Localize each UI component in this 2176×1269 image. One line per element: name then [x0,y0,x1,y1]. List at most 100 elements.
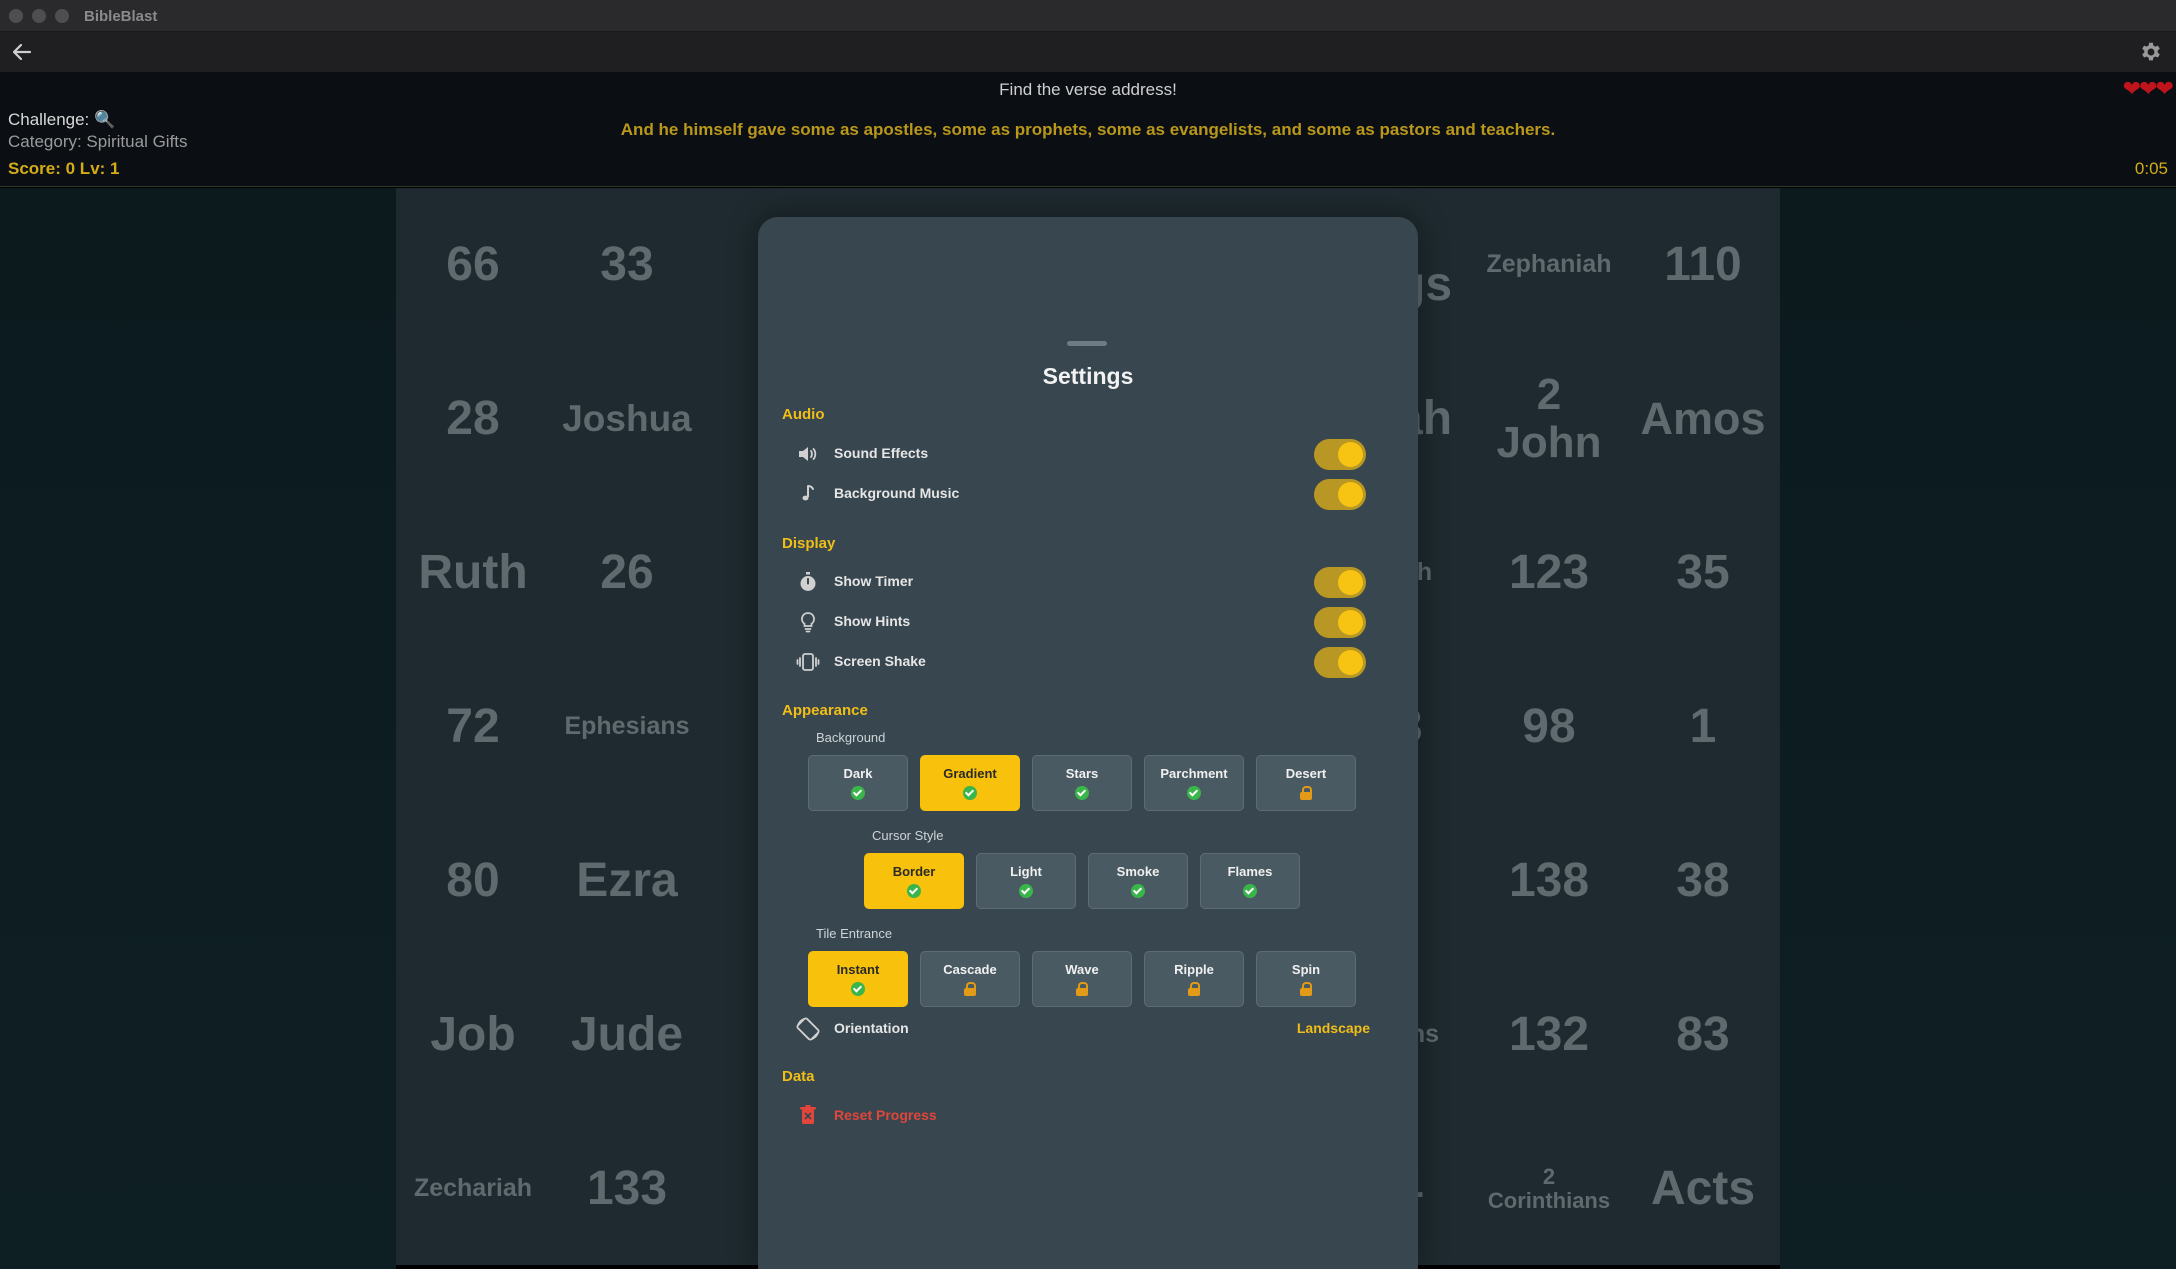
background-music-toggle[interactable] [1314,479,1366,510]
settings-sheet: Settings Audio Sound Effects Background … [758,217,1418,1269]
tile[interactable]: 83 [1626,958,1780,1112]
back-arrow-icon[interactable] [10,40,34,64]
checkmark-icon [1075,786,1089,800]
tile-option-cascade[interactable]: Cascade [920,951,1020,1007]
checkmark-icon [963,786,977,800]
category-label: Category: Spiritual Gifts [8,132,188,151]
option-label: Cascade [943,962,997,977]
checkmark-icon [1131,884,1145,898]
tile[interactable]: Zechariah [396,1112,550,1265]
lock-icon [1299,786,1313,800]
tile[interactable]: 138 [1472,804,1626,958]
lock-icon [1075,982,1089,996]
tile[interactable]: Ezra [550,804,704,958]
tile[interactable]: 33 [550,188,704,342]
tile[interactable]: 26 [550,496,704,650]
tile[interactable]: 98 [1472,650,1626,804]
tile-option-instant[interactable]: Instant [808,951,908,1007]
tile[interactable]: Acts [1626,1112,1780,1265]
tile[interactable]: Ruth [396,496,550,650]
zoom-window-button[interactable] [55,9,69,23]
option-label: Wave [1065,962,1099,977]
option-label: Ripple [1174,962,1214,977]
background-left [0,188,396,1269]
cursor-option-smoke[interactable]: Smoke [1088,853,1188,909]
background-option-dark[interactable]: Dark [808,755,908,811]
tile[interactable]: 28 [396,342,550,496]
screen-shake-label: Screen Shake [834,653,926,669]
show-timer-toggle[interactable] [1314,567,1366,598]
option-label: Gradient [943,766,997,781]
option-label: Dark [843,766,873,781]
challenge-label: Challenge: 🔍 [8,110,116,129]
tile[interactable]: Ephesians [550,650,704,804]
tile[interactable]: 66 [396,188,550,342]
tile[interactable]: 2 John [1472,342,1626,496]
checkmark-icon [1187,786,1201,800]
orientation-label: Orientation [834,1020,909,1036]
close-window-button[interactable] [9,9,23,23]
tile[interactable]: Job [396,958,550,1112]
tile[interactable]: Joshua [550,342,704,496]
tile[interactable]: 2 Corinthians [1472,1112,1626,1265]
orientation-value[interactable]: Landscape [1297,1020,1370,1036]
background-option-gradient[interactable]: Gradient [920,755,1020,811]
tile[interactable]: 110 [1626,188,1780,342]
cursor-style-label: Cursor Style [872,828,944,843]
tile[interactable]: 35 [1626,496,1780,650]
tile[interactable]: Jude [550,958,704,1112]
tile[interactable]: 38 [1626,804,1780,958]
tile[interactable]: 72 [396,650,550,804]
tile-option-ripple[interactable]: Ripple [1144,951,1244,1007]
tile-option-spin[interactable]: Spin [1256,951,1356,1007]
tile-option-wave[interactable]: Wave [1032,951,1132,1007]
section-audio: Audio [782,406,825,423]
checkmark-icon [1019,884,1033,898]
option-label: Desert [1285,766,1327,781]
reset-progress-button[interactable]: Reset Progress [834,1107,937,1123]
background-label: Background [816,730,886,745]
option-label: Flames [1227,864,1273,879]
cursor-option-flames[interactable]: Flames [1200,853,1300,909]
stopwatch-icon [800,572,816,591]
gear-icon[interactable] [2138,39,2164,65]
tile[interactable]: 123 [1472,496,1626,650]
rotate-device-icon [796,1017,820,1041]
app-title: BibleBlast [84,8,158,25]
tile-entrance-label: Tile Entrance [816,926,893,941]
lock-icon [963,982,977,996]
toolbar [0,32,2176,72]
tile[interactable]: 133 [550,1112,704,1265]
vibration-icon [796,653,820,671]
sound-effects-toggle[interactable] [1314,439,1366,470]
cursor-option-light[interactable]: Light [976,853,1076,909]
music-note-icon [802,485,814,501]
tile[interactable]: 80 [396,804,550,958]
tile[interactable]: Zephaniah [1472,188,1626,342]
background-option-stars[interactable]: Stars [1032,755,1132,811]
sheet-grabber[interactable] [1067,341,1107,346]
option-label: Parchment [1160,766,1228,781]
tile[interactable]: Amos [1626,342,1780,496]
option-label: Smoke [1116,864,1160,879]
option-label: Stars [1065,766,1099,781]
cursor-option-border[interactable]: Border [864,853,964,909]
section-data: Data [782,1068,815,1085]
timer-label: 0:05 [2134,159,2168,178]
background-option-parchment[interactable]: Parchment [1144,755,1244,811]
option-label: Border [892,864,936,879]
background-right [1780,188,2176,1269]
lock-icon [1299,982,1313,996]
speaker-icon [799,447,817,461]
checkmark-icon [1243,884,1257,898]
minimize-window-button[interactable] [32,9,46,23]
tile[interactable]: 1 [1626,650,1780,804]
show-hints-toggle[interactable] [1314,607,1366,638]
screen-shake-toggle[interactable] [1314,647,1366,678]
checkmark-icon [907,884,921,898]
checkmark-icon [851,982,865,996]
background-option-desert[interactable]: Desert [1256,755,1356,811]
verse-text: And he himself gave some as apostles, so… [620,120,1556,139]
tile[interactable]: 132 [1472,958,1626,1112]
option-label: Spin [1291,962,1321,977]
